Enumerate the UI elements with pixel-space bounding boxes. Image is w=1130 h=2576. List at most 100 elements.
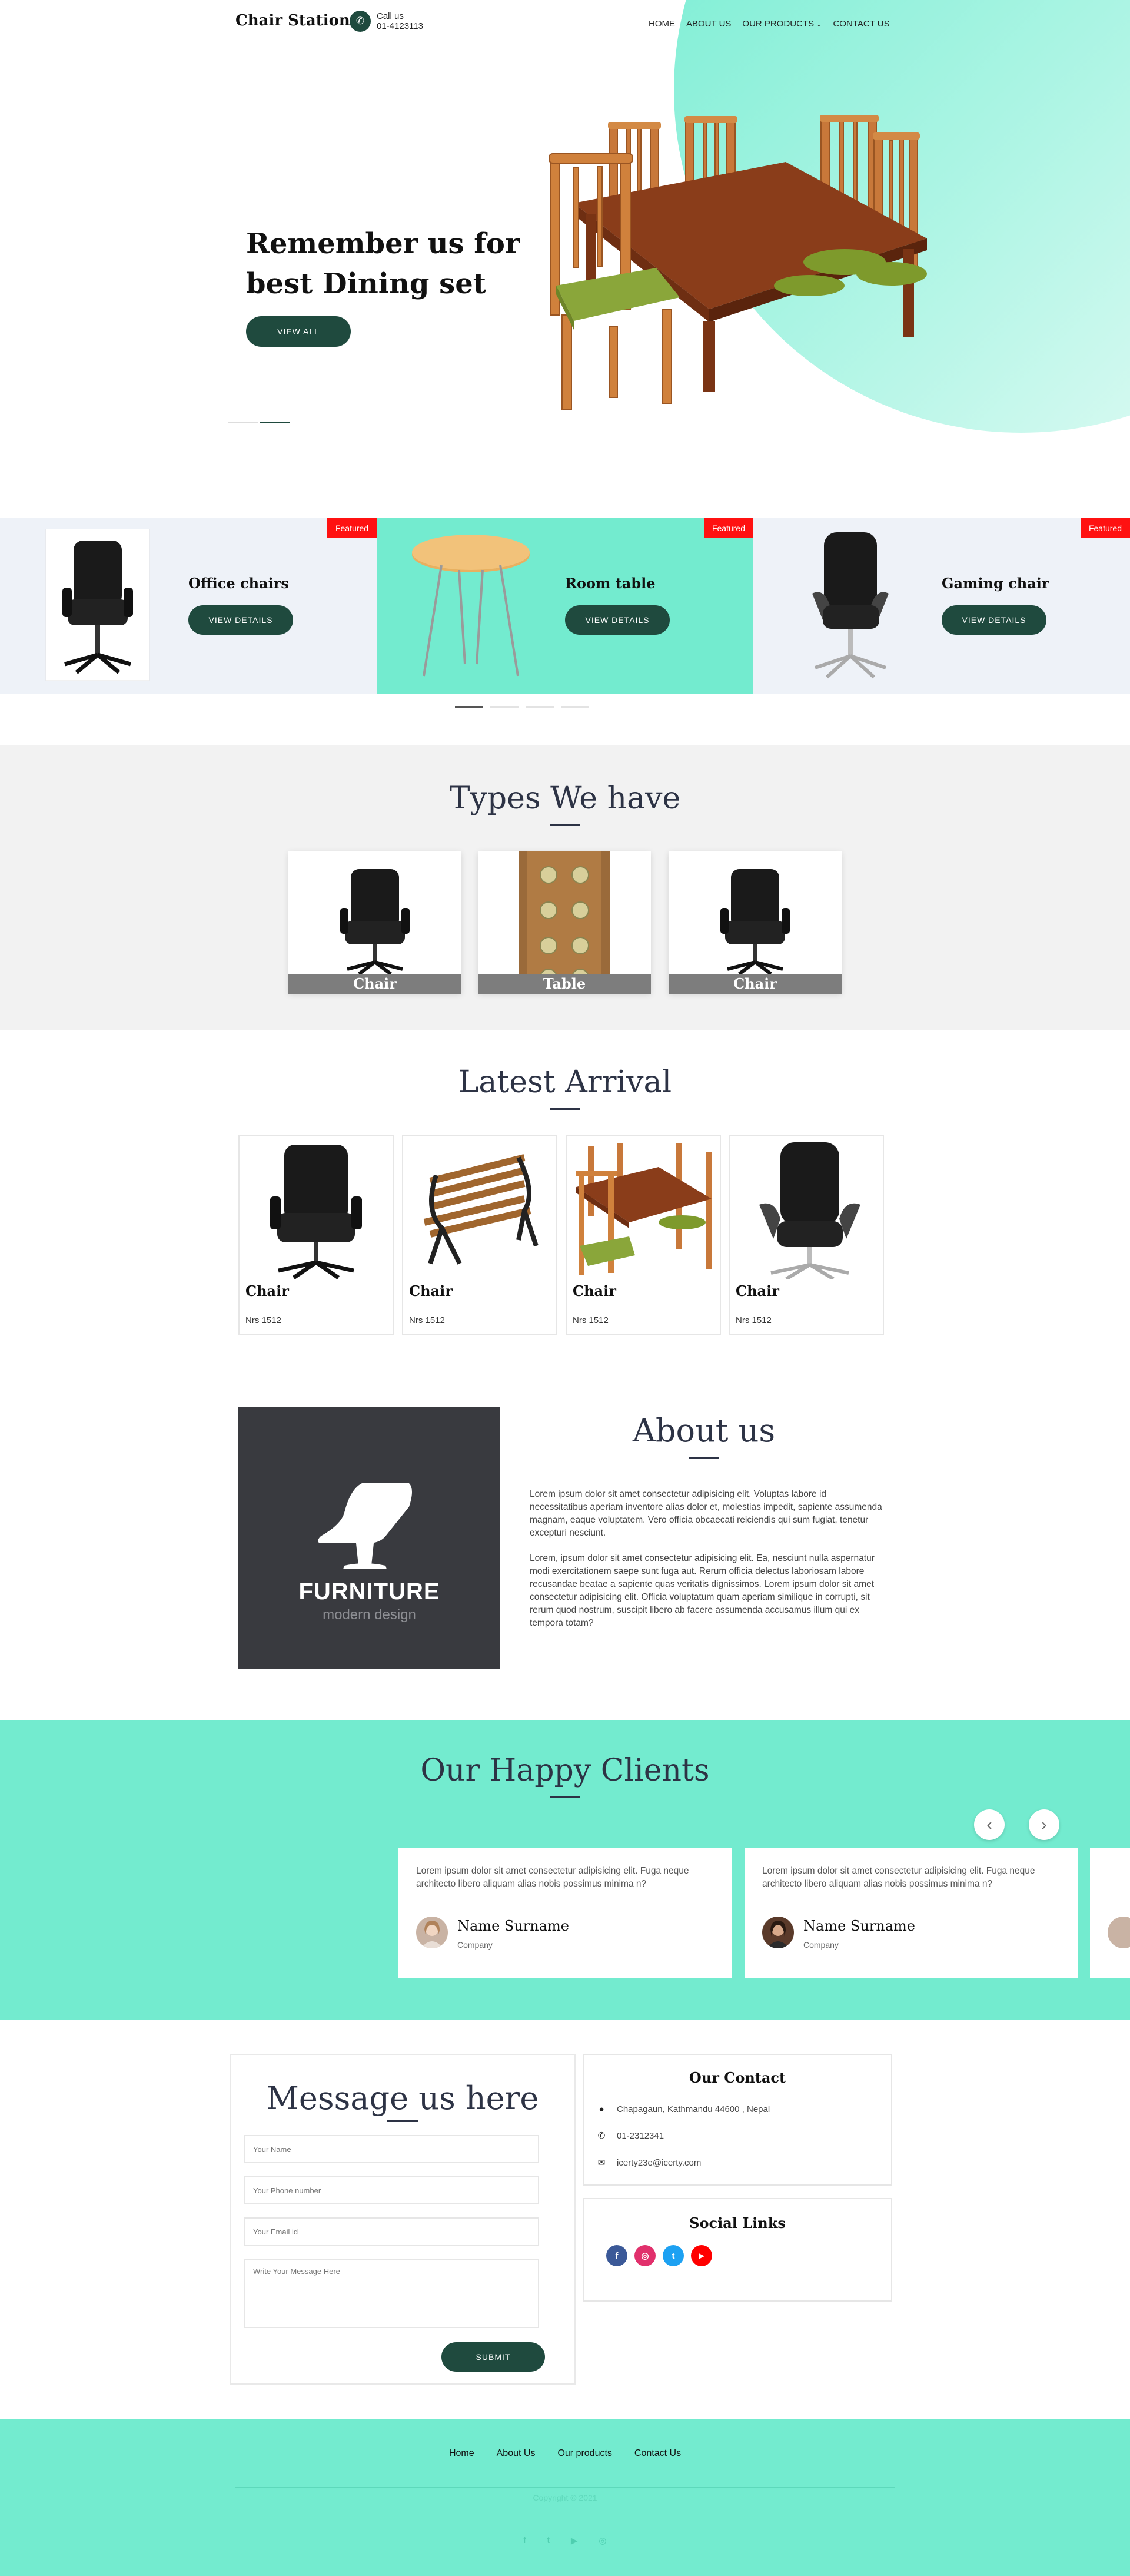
testimonial-card-partial (1090, 1848, 1130, 1978)
phone-input[interactable] (244, 2176, 539, 2204)
submit-button[interactable]: SUBMIT (441, 2342, 545, 2372)
view-details-button[interactable]: VIEW DETAILS (188, 605, 293, 635)
arrival-price: Nrs 1512 (245, 1315, 281, 1325)
client-name: Name Surname (803, 1918, 915, 1934)
email-text: icerty23e@icerty.com (617, 2157, 702, 2168)
prev-arrow-button[interactable]: ‹ (974, 1809, 1005, 1840)
type-card-table[interactable]: Table (478, 851, 651, 994)
logo-word: FURNITURE (298, 1579, 440, 1604)
nav-contact[interactable]: CONTACT US (833, 19, 889, 29)
our-contact-title: Our Contact (689, 2069, 786, 2086)
chair-image (340, 869, 410, 976)
contact-email[interactable]: ✉ icerty23e@icerty.com (597, 2157, 702, 2169)
envelope-icon: ✉ (597, 2158, 606, 2168)
slider-dot[interactable] (526, 706, 554, 708)
featured-name: Room table (565, 575, 656, 592)
arrival-card[interactable]: Chair Nrs 1512 (238, 1135, 394, 1335)
view-details-button[interactable]: VIEW DETAILS (942, 605, 1046, 635)
price-value: 1512 (425, 1315, 445, 1325)
youtube-icon[interactable]: ▶ (571, 2535, 578, 2546)
chair-logo-icon (318, 1483, 412, 1569)
brand-logo[interactable]: Chair Station (235, 12, 350, 29)
hero-title: Remember us for best Dining set (246, 227, 520, 300)
footer-link-home[interactable]: Home (449, 2448, 474, 2459)
types-title: Types We have (0, 781, 1130, 826)
twitter-icon[interactable]: t (663, 2245, 684, 2266)
currency: Nrs (573, 1315, 587, 1325)
phone-icon: ✆ (597, 2131, 606, 2141)
youtube-icon[interactable]: ▶ (691, 2245, 712, 2266)
arrival-card[interactable]: Chair Nrs 1512 (729, 1135, 884, 1335)
instagram-icon[interactable]: ◎ (634, 2245, 656, 2266)
chevron-right-icon: › (1041, 1815, 1047, 1834)
avatar (762, 1917, 794, 1948)
chair-image (720, 869, 790, 976)
facebook-icon[interactable]: f (606, 2245, 627, 2266)
view-all-button[interactable]: VIEW ALL (246, 316, 351, 347)
name-input[interactable] (244, 2135, 539, 2163)
footer-link-contact[interactable]: Contact Us (634, 2448, 681, 2459)
type-caption: Table (478, 974, 651, 994)
type-caption: Chair (669, 974, 842, 994)
featured-badge: Featured (327, 518, 377, 538)
slider-dot[interactable] (490, 706, 519, 708)
latest-title: Latest Arrival (0, 1065, 1130, 1110)
slider-dot[interactable] (561, 706, 589, 708)
slider-dot-active[interactable] (455, 706, 483, 708)
arrival-price: Nrs 1512 (736, 1315, 772, 1325)
instagram-icon[interactable]: ◎ (599, 2535, 606, 2546)
gaming-chair-image (759, 1142, 860, 1279)
bench-image (423, 1154, 539, 1265)
arrival-price: Nrs 1512 (573, 1315, 609, 1325)
nav-home[interactable]: HOME (649, 19, 675, 29)
social-links-box: Social Links f ◎ t ▶ (583, 2198, 892, 2302)
message-title-text: Message us here (266, 2080, 539, 2117)
currency: Nrs (245, 1315, 260, 1325)
message-title: Message us here (231, 2080, 574, 2122)
nav-products[interactable]: OUR PRODUCTS ⌄ (742, 19, 822, 29)
about-title: About us (530, 1412, 878, 1459)
phone-text: 01-2312341 (617, 2130, 664, 2141)
avatar (1108, 1917, 1130, 1948)
slider-dot-active[interactable] (260, 422, 290, 423)
footer-link-about[interactable]: About Us (497, 2448, 536, 2459)
email-input[interactable] (244, 2217, 539, 2246)
dining-set-image (549, 115, 927, 410)
twitter-icon[interactable]: t (547, 2535, 550, 2546)
client-company: Company (803, 1940, 839, 1950)
clients-title: Our Happy Clients (0, 1753, 1130, 1798)
arrival-name: Chair (736, 1282, 779, 1299)
gaming-chair-image (812, 532, 889, 679)
facebook-icon[interactable]: f (524, 2535, 526, 2546)
call-us[interactable]: ✆ Call us 01-4123113 (350, 11, 423, 32)
message-textarea[interactable] (244, 2259, 539, 2328)
chevron-down-icon: ⌄ (816, 21, 822, 28)
call-label: Call us (377, 11, 404, 21)
office-chair-image (45, 529, 150, 681)
copyright-text: Copyright © 2021 (533, 2493, 597, 2502)
address-text: Chapagaun, Kathmandu 44600 , Nepal (617, 2104, 770, 2114)
contact-phone[interactable]: ✆ 01-2312341 (597, 2130, 664, 2141)
arrival-card[interactable]: Chair Nrs 1512 (566, 1135, 721, 1335)
footer-nav: Home About Us Our products Contact Us (0, 2448, 1130, 2459)
arrival-card[interactable]: Chair Nrs 1512 (402, 1135, 557, 1335)
price-value: 1512 (589, 1315, 609, 1325)
nav-about[interactable]: ABOUT US (686, 19, 731, 29)
testimonial-card: Lorem ipsum dolor sit amet consectetur a… (398, 1848, 732, 1978)
room-table-image (412, 535, 530, 677)
featured-name: Office chairs (188, 575, 289, 592)
slider-dot[interactable] (228, 422, 258, 423)
footer-link-products[interactable]: Our products (557, 2448, 611, 2459)
about-title-text: About us (632, 1412, 776, 1449)
featured-badge: Featured (1080, 518, 1130, 538)
view-details-button[interactable]: VIEW DETAILS (565, 605, 670, 635)
type-card-chair[interactable]: Chair (288, 851, 461, 994)
contact-address: ● Chapagaun, Kathmandu 44600 , Nepal (597, 2104, 770, 2114)
our-contact-box: Our Contact ● Chapagaun, Kathmandu 44600 … (583, 2054, 892, 2186)
type-card-chair-2[interactable]: Chair (669, 851, 842, 994)
about-paragraph-2: Lorem, ipsum dolor sit amet consectetur … (530, 1553, 875, 1628)
featured-slider-dots (455, 706, 589, 708)
next-arrow-button[interactable]: › (1029, 1809, 1059, 1840)
client-name: Name Surname (457, 1918, 569, 1934)
featured-card-room-table: Featured Room table VIEW DETAILS (377, 518, 753, 694)
